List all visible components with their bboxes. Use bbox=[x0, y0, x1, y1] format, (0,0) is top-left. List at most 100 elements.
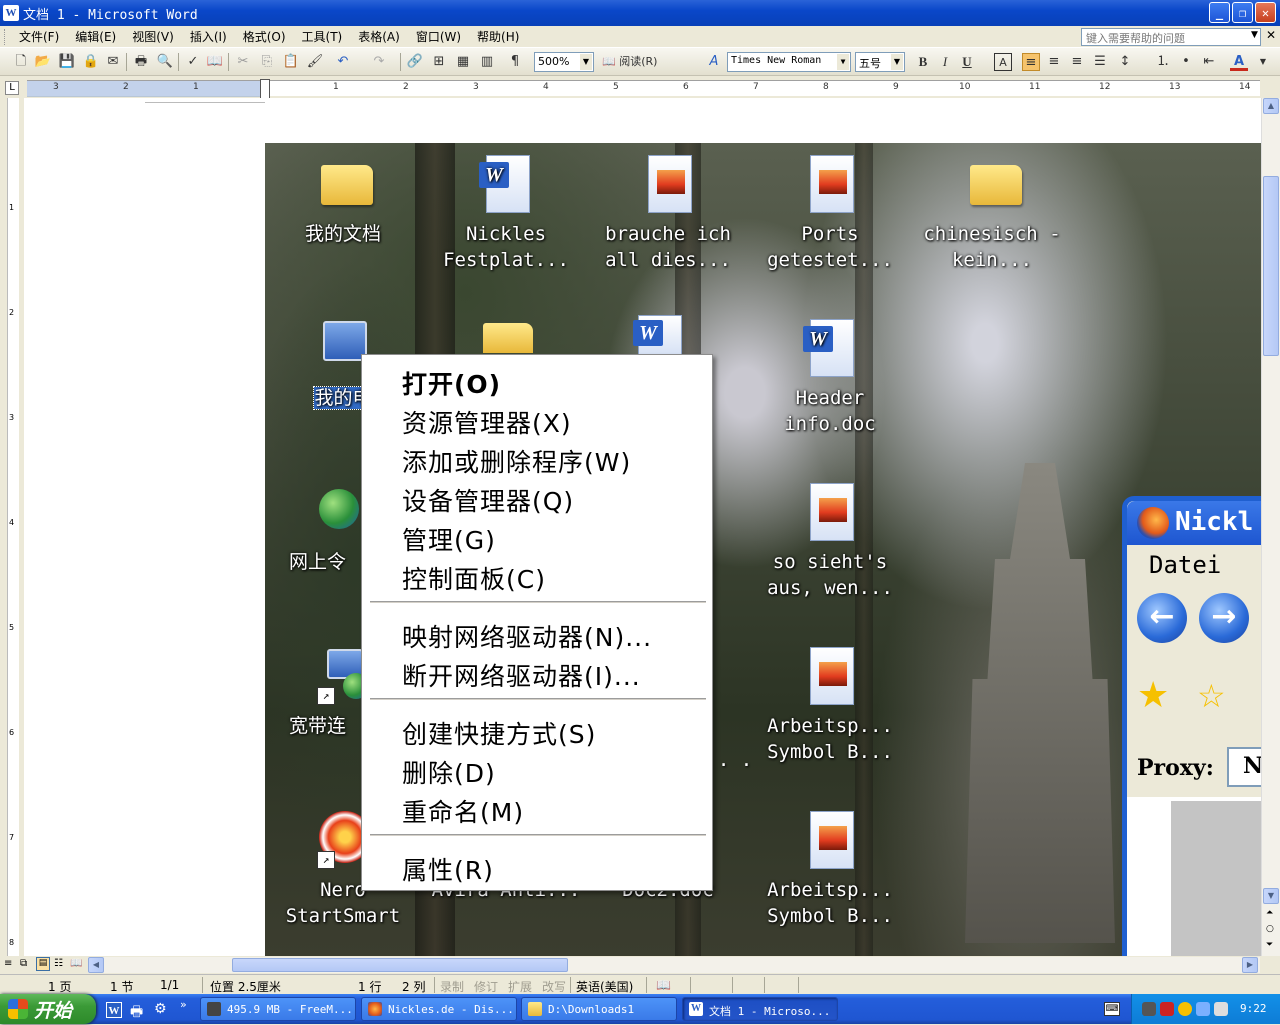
messenger-tray-icon[interactable] bbox=[1178, 1002, 1192, 1016]
tab-selector[interactable]: L bbox=[5, 81, 19, 95]
add-bookmark-icon[interactable]: ☆ bbox=[1197, 677, 1226, 715]
keyboard-layout-icon[interactable]: ⌨ bbox=[1104, 1002, 1120, 1016]
new-document-icon[interactable]: 🗋 bbox=[12, 53, 30, 71]
numbering-icon[interactable]: ⒈ bbox=[1154, 53, 1172, 71]
select-browse-object-icon[interactable]: ○ bbox=[1266, 924, 1274, 934]
vertical-scroll-thumb[interactable] bbox=[1263, 176, 1279, 356]
desktop-icon-arbeitsp-1[interactable]: Arbeitsp... Symbol B... bbox=[750, 643, 910, 765]
menu-table[interactable]: 表格(A) bbox=[350, 28, 408, 45]
network-tray-icon[interactable] bbox=[1142, 1002, 1156, 1016]
desktop-icon-my-documents[interactable]: 我的文档 bbox=[265, 151, 423, 247]
align-right-button[interactable]: ≡ bbox=[1068, 53, 1086, 71]
help-search-input[interactable]: 键入需要帮助的问题 bbox=[1081, 28, 1261, 46]
open-folder-icon[interactable]: 📂 bbox=[34, 53, 52, 71]
vertical-ruler[interactable]: 1 2 3 4 5 6 7 8 bbox=[0, 98, 24, 956]
tables-borders-icon[interactable]: ⊞ bbox=[430, 53, 448, 71]
ctx-rename[interactable]: 重命名(M) bbox=[402, 793, 524, 829]
normal-view-icon[interactable]: ≡ bbox=[4, 958, 12, 969]
document-page[interactable]: 我的文档 W Nickles Festplat... brauche ich a… bbox=[24, 98, 1261, 956]
italic-button[interactable]: I bbox=[936, 53, 954, 71]
read-button[interactable]: 📖 阅读(R) bbox=[602, 53, 682, 71]
clock[interactable]: 9:22 bbox=[1240, 1002, 1267, 1015]
paste-icon[interactable]: 📋 bbox=[282, 53, 300, 71]
desktop-icon-nickles-festplat[interactable]: W Nickles Festplat... bbox=[426, 151, 586, 273]
menu-edit[interactable]: 编辑(E) bbox=[67, 28, 124, 45]
align-left-button[interactable]: ≡ bbox=[1022, 53, 1040, 71]
email-icon[interactable]: ✉ bbox=[104, 53, 122, 71]
character-border-button[interactable]: A bbox=[994, 53, 1012, 71]
firefox-menu[interactable]: Datei B bbox=[1127, 545, 1261, 585]
ctx-control-panel[interactable]: 控制面板(C) bbox=[402, 560, 546, 596]
print-layout-view-icon[interactable]: ▤ bbox=[36, 957, 50, 971]
quicklaunch-more-icon[interactable]: » bbox=[180, 998, 187, 1011]
scroll-up-button[interactable]: ▲ bbox=[1263, 98, 1279, 114]
task-word-document[interactable]: W 文档 1 - Microso... bbox=[682, 997, 838, 1021]
close-document-icon[interactable]: ✕ bbox=[1266, 28, 1276, 42]
minimize-button[interactable]: _ bbox=[1209, 2, 1230, 23]
ctx-disconnect-network-drive[interactable]: 断开网络驱动器(I)... bbox=[402, 657, 641, 693]
underline-button[interactable]: U bbox=[958, 53, 976, 71]
cut-icon[interactable]: ✂ bbox=[234, 53, 252, 71]
desktop-icon-arbeitsp-2[interactable]: Arbeitsp... Symbol B... bbox=[750, 807, 910, 929]
ctx-open[interactable]: 打开(O) bbox=[402, 365, 501, 401]
word-document-icon[interactable]: W bbox=[633, 315, 694, 355]
spelling-icon[interactable]: ✓ bbox=[184, 53, 202, 71]
scroll-left-button[interactable]: ◀ bbox=[88, 957, 104, 973]
chevron-down-icon[interactable]: ▼ bbox=[837, 54, 849, 70]
previous-page-icon[interactable]: ⏶ bbox=[1266, 908, 1273, 918]
status-extend[interactable]: 扩展 bbox=[508, 978, 532, 995]
desktop-icon-brauche-ich[interactable]: brauche ich all dies... bbox=[588, 151, 748, 273]
bullets-icon[interactable]: • bbox=[1177, 53, 1195, 71]
menu-view[interactable]: 视图(V) bbox=[124, 28, 182, 45]
ctx-create-shortcut[interactable]: 创建快捷方式(S) bbox=[402, 715, 596, 751]
desktop-icon-ports-getestet[interactable]: Ports getestet... bbox=[750, 151, 910, 273]
hyperlink-icon[interactable]: 🔗 bbox=[406, 53, 424, 71]
decrease-indent-icon[interactable]: ⇤ bbox=[1200, 53, 1218, 71]
line-spacing-icon[interactable]: ↕ bbox=[1116, 53, 1134, 71]
font-color-button[interactable]: A bbox=[1230, 53, 1248, 71]
status-overtype[interactable]: 改写 bbox=[542, 978, 566, 995]
print-preview-icon[interactable]: 🔍 bbox=[156, 53, 174, 71]
close-button[interactable]: ✕ bbox=[1255, 2, 1276, 23]
quicklaunch-app-icon[interactable]: 🖶 bbox=[130, 1001, 143, 1025]
print-icon[interactable]: 🖶 bbox=[132, 53, 150, 71]
web-view-icon[interactable]: ⧉ bbox=[20, 958, 27, 969]
ctx-map-network-drive[interactable]: 映射网络驱动器(N)... bbox=[402, 618, 652, 654]
restore-button[interactable]: ❐ bbox=[1232, 2, 1253, 23]
horizontal-ruler[interactable]: 3 2 1 1 2 3 4 5 6 7 8 9 10 11 12 13 14 bbox=[0, 78, 1280, 99]
desktop-icon-chinesisch[interactable]: chinesisch - kein... bbox=[912, 151, 1072, 273]
menu-help[interactable]: 帮助(H) bbox=[469, 28, 527, 45]
spelling-status-icon[interactable]: 📖 bbox=[656, 978, 671, 992]
undo-icon[interactable]: ↶ bbox=[334, 53, 352, 71]
title-bar[interactable]: W 文档 1 - Microsoft Word _ ❐ ✕ bbox=[0, 0, 1280, 26]
antivirus-tray-icon[interactable] bbox=[1160, 1002, 1174, 1016]
zoom-select[interactable]: 500% ▼ bbox=[534, 52, 594, 72]
menu-file[interactable]: 文件(F) bbox=[11, 28, 67, 45]
quicklaunch-word-icon[interactable]: W bbox=[106, 1002, 122, 1018]
bold-button[interactable]: B bbox=[914, 53, 932, 71]
menu-window[interactable]: 窗口(W) bbox=[408, 28, 469, 45]
menu-tools[interactable]: 工具(T) bbox=[294, 28, 351, 45]
styles-icon[interactable]: A bbox=[705, 53, 723, 71]
word-app-icon[interactable]: W bbox=[3, 5, 19, 21]
ctx-device-manager[interactable]: 设备管理器(Q) bbox=[402, 482, 574, 518]
ctx-explorer[interactable]: 资源管理器(X) bbox=[402, 404, 572, 440]
justify-button[interactable]: ☰ bbox=[1091, 53, 1109, 71]
ctx-properties[interactable]: 属性(R) bbox=[402, 851, 494, 887]
font-color-dropdown-icon[interactable]: ▼ bbox=[1254, 53, 1272, 71]
desktop-icon-header-info[interactable]: W Header info.doc bbox=[750, 315, 910, 437]
status-track-changes[interactable]: 修订 bbox=[474, 978, 498, 995]
chevron-down-icon[interactable]: ▼ bbox=[891, 54, 903, 70]
document-map-icon[interactable]: ¶ bbox=[506, 53, 524, 71]
horizontal-scrollbar[interactable]: ◀ ▶ bbox=[88, 957, 1260, 973]
menu-format[interactable]: 格式(O) bbox=[235, 28, 294, 45]
font-size-select[interactable]: 五号 ▼ bbox=[855, 52, 905, 72]
desktop-icon-so-siehts[interactable]: so sieht's aus, wen... bbox=[750, 479, 910, 601]
quicklaunch-tool-icon[interactable]: ⚙ bbox=[154, 1001, 167, 1017]
reading-view-icon[interactable]: 📖 bbox=[70, 958, 82, 969]
vertical-scrollbar[interactable]: ▲ ▼ ⏶ ○ ⏷ bbox=[1261, 98, 1280, 956]
horizontal-scroll-thumb[interactable] bbox=[232, 958, 568, 972]
save-icon[interactable]: 💾 bbox=[58, 53, 76, 71]
task-freemem[interactable]: 495.9 MB - FreeM... bbox=[200, 997, 356, 1021]
permission-icon[interactable]: 🔒 bbox=[82, 53, 100, 71]
